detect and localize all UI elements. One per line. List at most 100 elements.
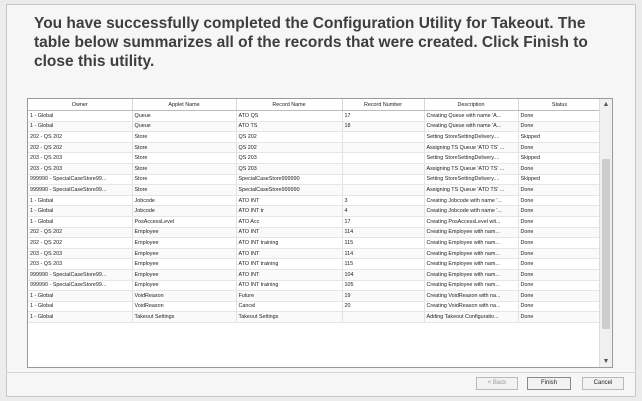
cell-description: Creating VoidReason with na... — [424, 301, 519, 313]
cell-applet-name: Employee — [132, 248, 237, 260]
column-header-owner[interactable]: Owner — [28, 99, 133, 111]
cell-description: Creating Employee with nam... — [424, 280, 519, 292]
cell-record-name: ATO INT — [236, 248, 343, 260]
cell-applet-name: Store — [132, 163, 237, 175]
records-table: Owner Applet Name Record Name Record Num… — [28, 99, 602, 323]
table-row[interactable]: 1 - Global Jobcode ATO INT tr 4 Creating Job… — [28, 205, 602, 217]
cell-description: Creating Queue with name 'A... — [424, 121, 519, 133]
cell-status: Done — [518, 311, 602, 323]
cell-description: Creating Jobcode with name '... — [424, 195, 519, 207]
table-row[interactable]: 999990 - SpecialCaseStore99... Store Speci… — [28, 184, 602, 196]
completion-message: You have successfully completed the Conf… — [34, 15, 588, 70]
cell-owner: 999990 - SpecialCaseStore99... — [28, 280, 133, 292]
cell-owner: 999990 - SpecialCaseStore99... — [28, 184, 133, 196]
cell-record-number: 17 — [342, 216, 425, 228]
table-row[interactable]: 203 - QS 203 Store QS 203 Setting StoreSett… — [28, 152, 602, 164]
cell-record-number: 114 — [342, 227, 425, 239]
table-row[interactable]: 1 - Global Queue ATO QS 17 Creating Queue wi… — [28, 110, 602, 122]
cell-description: Creating VoidReason with na... — [424, 290, 519, 302]
cell-description: Setting StoreSettingDelivery.... — [424, 174, 519, 186]
table-row[interactable]: 203 - QS 203 Employee ATO INT training 115 C… — [28, 258, 602, 270]
finish-button[interactable]: Finish — [527, 377, 571, 390]
table-row[interactable]: 1 - Global Jobcode ATO INT 3 Creating Jobcod… — [28, 195, 602, 207]
table-row[interactable]: 1 - Global Takeout Settings Takeout Settin… — [28, 311, 602, 323]
cell-description: Adding Takeout Configuratio... — [424, 311, 519, 323]
cell-applet-name: Jobcode — [132, 205, 237, 217]
table-row[interactable]: 202 - QS 202 Employee ATO INT training 115 C… — [28, 237, 602, 249]
cell-description: Assigning TS Queue 'ATO TS' ... — [424, 142, 519, 154]
table-row[interactable]: 999990 - SpecialCaseStore99... Employee AT… — [28, 269, 602, 281]
chevron-up-icon[interactable]: ▲ — [600, 99, 612, 110]
cell-record-number — [342, 311, 425, 323]
cell-owner: 1 - Global — [28, 290, 133, 302]
cancel-button[interactable]: Cancel — [582, 377, 624, 390]
table-row[interactable]: 999990 - SpecialCaseStore99... Store Speci… — [28, 174, 602, 186]
cell-record-number: 18 — [342, 121, 425, 133]
cell-record-name: QS 202 — [236, 131, 343, 143]
back-button[interactable]: < Back — [476, 377, 518, 390]
cell-record-number — [342, 184, 425, 196]
column-header-record-number[interactable]: Record Number — [342, 99, 425, 111]
cell-owner: 1 - Global — [28, 110, 133, 122]
cell-owner: 202 - QS 202 — [28, 227, 133, 239]
cell-applet-name: VoidReason — [132, 290, 237, 302]
table-row[interactable]: 202 - QS 202 Store QS 202 Setting StoreSett… — [28, 131, 602, 143]
cell-description: Creating Queue with name 'A... — [424, 110, 519, 122]
table-row[interactable]: 1 - Global VoidReason Cancel 20 Creating Voi… — [28, 301, 602, 313]
cell-record-number: 114 — [342, 248, 425, 260]
cell-status: Done — [518, 248, 602, 260]
chevron-down-icon[interactable]: ▼ — [600, 356, 612, 367]
cell-applet-name: Store — [132, 174, 237, 186]
table-row[interactable]: 1 - Global VoidReason Future 19 Creating Voi… — [28, 290, 602, 302]
cell-owner: 999990 - SpecialCaseStore99... — [28, 269, 133, 281]
cell-status: Done — [518, 301, 602, 313]
cell-record-name: ATO INT training — [236, 237, 343, 249]
cell-record-name: ATO INT — [236, 195, 343, 207]
cell-applet-name: Employee — [132, 269, 237, 281]
cell-status: Done — [518, 237, 602, 249]
table-row[interactable]: 1 - Global PosAccessLevel ATO Acc 17 Creatin… — [28, 216, 602, 228]
header-row: Owner Applet Name Record Name Record Num… — [28, 99, 602, 111]
cell-description: Creating Jobcode with name '... — [424, 205, 519, 217]
cell-applet-name: Employee — [132, 237, 237, 249]
cell-description: Creating Employee with nam... — [424, 269, 519, 281]
cell-applet-name: Takeout Settings — [132, 311, 237, 323]
cell-status: Done — [518, 227, 602, 239]
cell-record-name: Future — [236, 290, 343, 302]
cell-applet-name: Queue — [132, 121, 237, 133]
table-row[interactable]: 999990 - SpecialCaseStore99... Employee AT… — [28, 280, 602, 292]
cell-status: Skipped — [518, 152, 602, 164]
cell-status: Done — [518, 110, 602, 122]
cell-record-name: ATO INT tr — [236, 205, 343, 217]
table-row[interactable]: 203 - QS 203 Store QS 203 Assigning TS Queu… — [28, 163, 602, 175]
cell-status: Done — [518, 184, 602, 196]
records-grid[interactable]: Owner Applet Name Record Name Record Num… — [27, 98, 613, 368]
cell-status: Done — [518, 269, 602, 281]
cell-description: Assigning TS Queue 'ATO TS' ... — [424, 184, 519, 196]
table-row[interactable]: 203 - QS 203 Employee ATO INT 114 Creating E… — [28, 248, 602, 260]
table-row[interactable]: 1 - Global Queue ATO TS 18 Creating Queue wi… — [28, 121, 602, 133]
cell-record-number: 17 — [342, 110, 425, 122]
cell-record-name: Cancel — [236, 301, 343, 313]
cell-description: Creating Employee with nam... — [424, 237, 519, 249]
cell-record-name: ATO TS — [236, 121, 343, 133]
column-header-applet-name[interactable]: Applet Name — [132, 99, 237, 111]
column-header-description[interactable]: Description — [424, 99, 519, 111]
cell-record-name: Takeout Settings — [236, 311, 343, 323]
cell-applet-name: Store — [132, 184, 237, 196]
cell-record-number: 115 — [342, 237, 425, 249]
vertical-scrollbar[interactable]: ▲ ▼ — [599, 99, 612, 367]
column-header-record-name[interactable]: Record Name — [236, 99, 343, 111]
footer-divider — [6, 372, 636, 373]
cell-record-number — [342, 174, 425, 186]
cell-owner: 203 - QS 203 — [28, 258, 133, 270]
scrollbar-thumb[interactable] — [602, 159, 610, 329]
table-row[interactable]: 202 - QS 202 Employee ATO INT 114 Creating E… — [28, 227, 602, 239]
cell-record-number — [342, 152, 425, 164]
cell-owner: 203 - QS 203 — [28, 163, 133, 175]
table-row[interactable]: 202 - QS 202 Store QS 202 Assigning TS Queu… — [28, 142, 602, 154]
cell-description: Creating PosAccessLevel wit... — [424, 216, 519, 228]
column-header-status[interactable]: Status — [518, 99, 602, 111]
cell-applet-name: Store — [132, 131, 237, 143]
cell-status: Done — [518, 205, 602, 217]
